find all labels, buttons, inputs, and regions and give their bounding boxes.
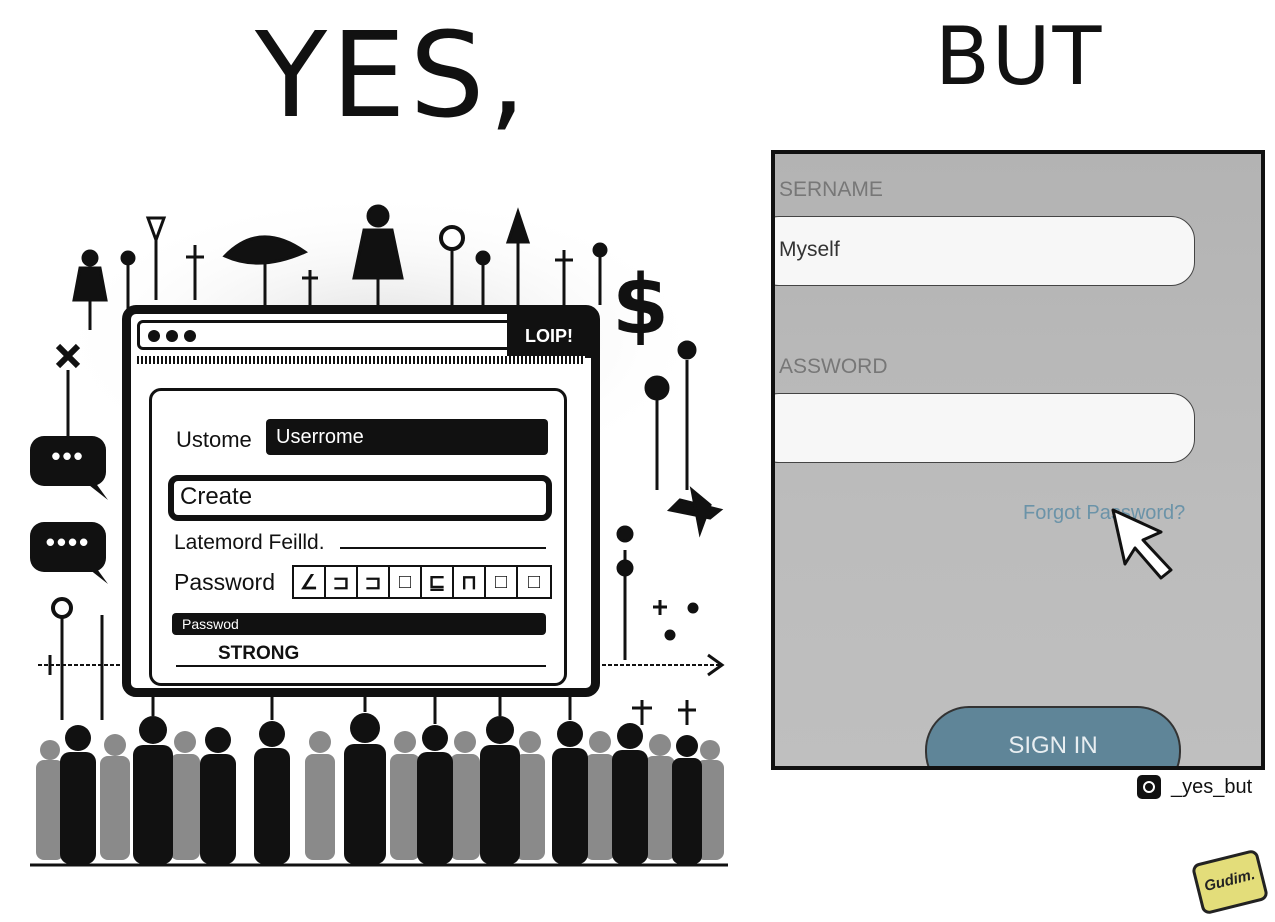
title-bar — [137, 320, 515, 350]
window-dot-icon — [184, 330, 196, 342]
dollar-icon: $ — [612, 258, 670, 353]
window-dot-icon — [166, 330, 178, 342]
username-label: Ustome — [176, 427, 252, 452]
password-label: ASSWORD — [779, 355, 888, 378]
password-input[interactable] — [775, 393, 1195, 463]
heading-yes: YES, — [255, 6, 531, 144]
password-char: □ — [527, 570, 541, 593]
window-dot-icon — [148, 330, 160, 342]
titlebar-badge: LOIP! — [507, 314, 591, 358]
password-char: ⊐ — [326, 567, 358, 597]
field-underline — [340, 547, 546, 549]
strength-bar: Passwod — [172, 613, 546, 635]
password-char: ⊐ — [358, 567, 390, 597]
password-char: ⊓ — [454, 567, 486, 597]
left-illustration: ••• •••• $ LOIP! Ustome Userrome Create … — [20, 160, 740, 880]
heading-but: BUT — [935, 10, 1104, 103]
field-label: Latemord Feilld. — [174, 531, 325, 554]
password-char: ⊑ — [422, 567, 454, 597]
instagram-icon — [1137, 775, 1161, 799]
cursor-icon — [1111, 508, 1173, 580]
password-label: Password — [174, 569, 275, 595]
browser-window: LOIP! Ustome Userrome Create Latemord Fe… — [122, 305, 600, 697]
password-char: □ — [390, 567, 422, 597]
strength-underline — [176, 665, 546, 667]
strength-label: STRONG — [218, 643, 300, 664]
login-form: Ustome Userrome Create Latemord Feilld. … — [149, 388, 567, 686]
username-label: SERNAME — [779, 178, 883, 201]
artist-logo: Gudim. — [1190, 848, 1270, 916]
login-screen: SERNAME Myself ASSWORD Forgot Password? … — [771, 150, 1265, 770]
credit-handle[interactable]: _yes_but — [1171, 776, 1252, 799]
username-field[interactable]: Userrome — [266, 419, 548, 455]
divider — [137, 356, 585, 364]
sign-in-button[interactable]: SIGN IN — [925, 706, 1181, 766]
username-value: Myself — [779, 238, 840, 261]
chat-bubble-icon-2: •••• — [30, 522, 106, 572]
chat-bubble-icon: ••• — [30, 436, 106, 486]
password-field[interactable]: ∠ ⊐ ⊐ □ ⊑ ⊓ □ □ — [292, 565, 552, 599]
create-button[interactable]: Create — [168, 475, 552, 521]
password-char: ∠ — [294, 567, 326, 597]
password-char: □ — [486, 567, 518, 597]
